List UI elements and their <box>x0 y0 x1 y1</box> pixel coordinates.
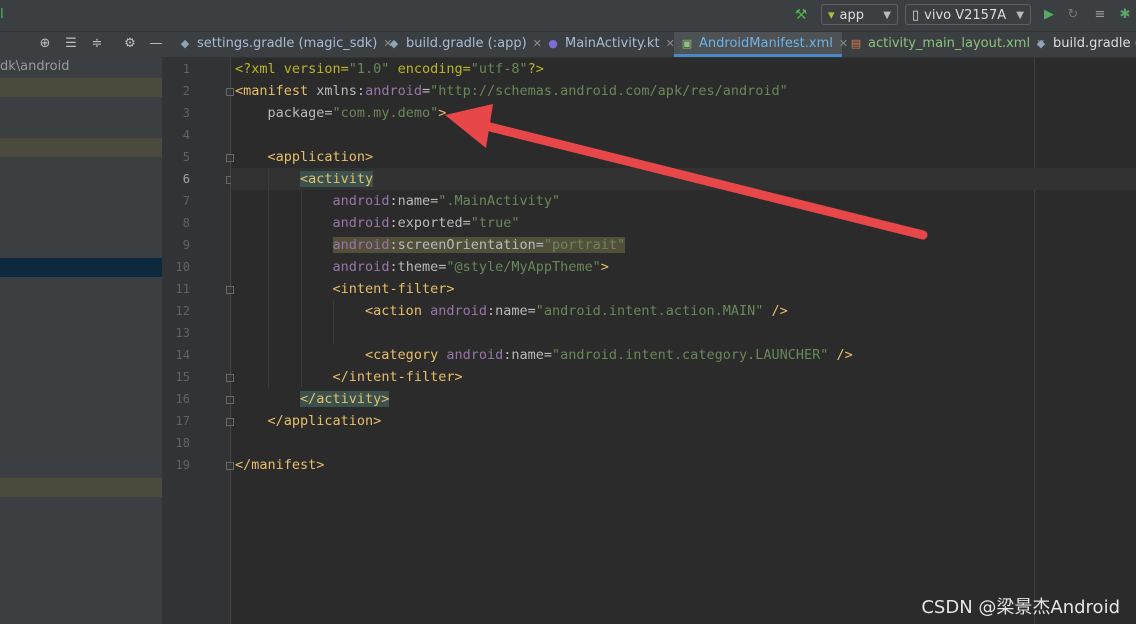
arrow-head <box>445 104 493 148</box>
arrow-shaft <box>473 119 928 240</box>
annotation-arrow <box>445 104 928 240</box>
watermark: CSDN @梁景杰Android <box>921 597 1120 618</box>
